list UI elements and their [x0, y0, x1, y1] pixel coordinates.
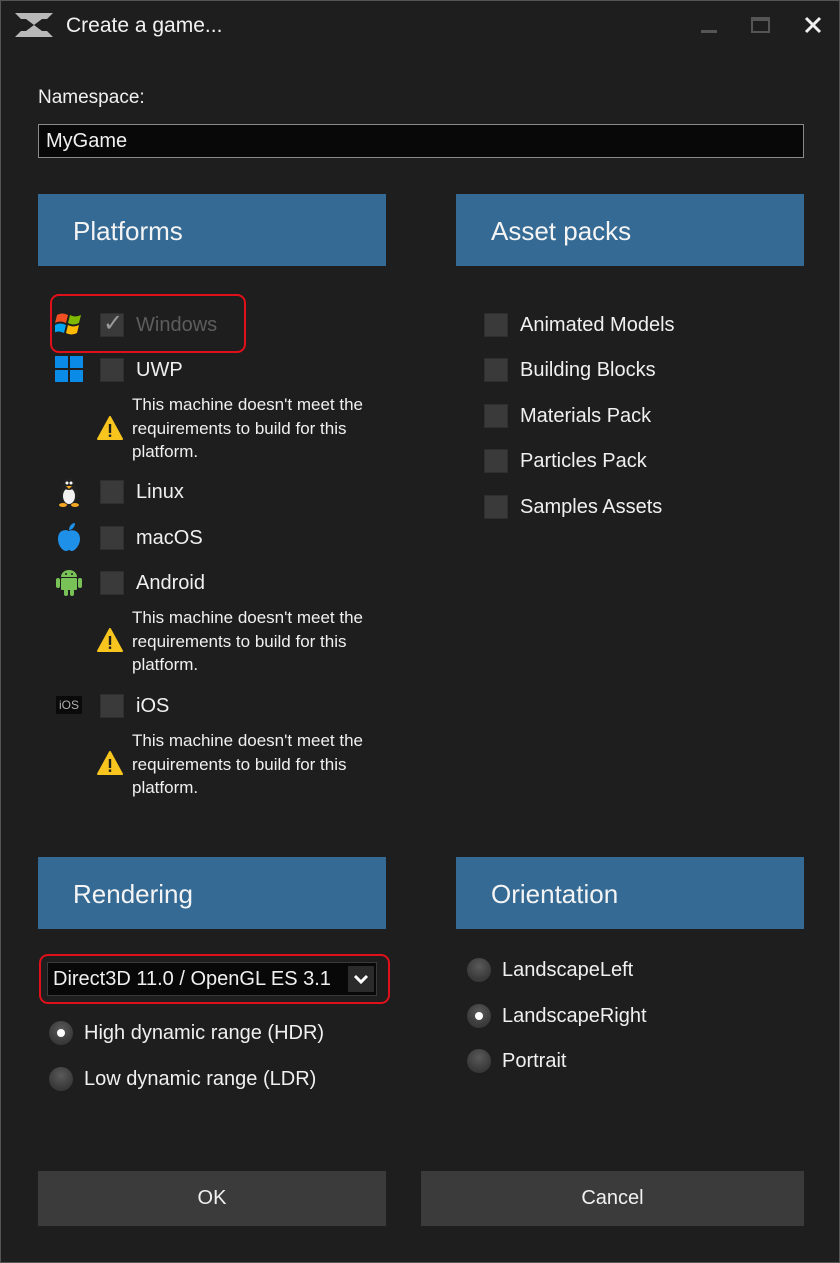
platform-windows-option[interactable]: Windows — [100, 308, 217, 342]
platform-linux-checkbox[interactable] — [100, 480, 124, 504]
ok-button[interactable]: OK — [38, 1171, 386, 1226]
hdr-label: High dynamic range (HDR) — [84, 1021, 325, 1044]
namespace-input[interactable] — [38, 124, 804, 158]
platform-android-checkbox[interactable] — [100, 571, 124, 595]
platform-windows-checkbox[interactable] — [100, 309, 124, 338]
landscape-right-option[interactable]: LandscapeRight — [467, 999, 647, 1033]
platform-ios-label: iOS — [136, 694, 170, 717]
platform-macos-option[interactable]: macOS — [100, 521, 203, 555]
graphics-api-value: Direct3D 11.0 / OpenGL ES 3.1 — [53, 968, 331, 990]
warning-icon — [97, 751, 123, 775]
asset-pack-label: Materials Pack — [520, 404, 652, 427]
platform-macos-label: macOS — [136, 526, 203, 549]
android-warning-text: This machine doesn't meet the requiremen… — [132, 608, 363, 674]
platform-ios-checkbox[interactable] — [100, 694, 124, 718]
hdr-radio[interactable] — [49, 1021, 73, 1045]
ios-icon: iOS — [54, 690, 84, 720]
app-logo-icon — [15, 13, 53, 37]
platform-android-label: Android — [136, 571, 205, 594]
ldr-label: Low dynamic range (LDR) — [84, 1067, 317, 1090]
minimize-icon — [701, 30, 717, 33]
window-title: Create a game... — [66, 14, 223, 37]
platform-linux-option[interactable]: Linux — [100, 475, 184, 509]
platform-uwp-label: UWP — [136, 358, 183, 381]
platform-uwp-checkbox[interactable] — [100, 358, 124, 382]
asset-pack-checkbox[interactable] — [484, 313, 508, 337]
windows-xp-icon — [54, 309, 84, 339]
portrait-radio[interactable] — [467, 1049, 491, 1073]
ios-icon-text: iOS — [55, 696, 82, 714]
landscape-right-radio[interactable] — [467, 1004, 491, 1028]
create-game-dialog: Create a game... Namespace: Platforms Wi… — [0, 0, 840, 1263]
dropdown-arrow[interactable] — [348, 966, 374, 992]
warning-icon — [97, 416, 123, 440]
windows-icon — [54, 354, 84, 384]
android-icon — [54, 567, 84, 597]
uwp-warning-text: This machine doesn't meet the requiremen… — [132, 395, 363, 461]
platform-android-option[interactable]: Android — [100, 566, 205, 600]
asset-pack-materials-pack-option[interactable]: Materials Pack — [484, 399, 651, 433]
landscape-right-label: LandscapeRight — [502, 1004, 647, 1027]
asset-pack-checkbox[interactable] — [484, 495, 508, 519]
linux-tux-icon — [54, 477, 84, 507]
warning-icon — [97, 628, 123, 652]
orientation-header: Orientation — [456, 857, 804, 929]
cancel-button[interactable]: Cancel — [421, 1171, 804, 1226]
platform-macos-checkbox[interactable] — [100, 526, 124, 550]
platform-windows-label: Windows — [136, 313, 218, 336]
landscape-left-option[interactable]: LandscapeLeft — [467, 953, 633, 987]
asset-pack-checkbox[interactable] — [484, 358, 508, 382]
namespace-label: Namespace: — [38, 87, 145, 108]
asset-packs-header: Asset packs — [456, 194, 804, 266]
asset-pack-label: Building Blocks — [520, 358, 656, 381]
maximize-icon — [751, 17, 770, 33]
hdr-option[interactable]: High dynamic range (HDR) — [49, 1016, 324, 1050]
chevron-down-icon — [353, 974, 369, 985]
close-button[interactable] — [793, 9, 833, 43]
asset-pack-checkbox[interactable] — [484, 404, 508, 428]
platform-uwp-option[interactable]: UWP — [100, 353, 183, 387]
minimize-button[interactable] — [689, 9, 729, 43]
platforms-header: Platforms — [38, 194, 386, 266]
title-bar[interactable]: Create a game... — [1, 1, 839, 51]
ldr-radio[interactable] — [49, 1067, 73, 1091]
landscape-left-label: LandscapeLeft — [502, 958, 634, 981]
asset-pack-particles-pack-option[interactable]: Particles Pack — [484, 444, 647, 478]
close-icon — [804, 16, 822, 34]
platform-linux-label: Linux — [136, 480, 184, 503]
asset-pack-checkbox[interactable] — [484, 449, 508, 473]
landscape-left-radio[interactable] — [467, 958, 491, 982]
ios-warning-text: This machine doesn't meet the requiremen… — [132, 731, 363, 797]
portrait-option[interactable]: Portrait — [467, 1044, 566, 1078]
asset-pack-label: Samples Assets — [520, 495, 663, 518]
portrait-label: Portrait — [502, 1049, 567, 1072]
platform-ios-option[interactable]: iOS — [100, 689, 169, 723]
maximize-button[interactable] — [741, 9, 781, 43]
apple-icon — [54, 522, 84, 552]
asset-pack-label: Particles Pack — [520, 449, 647, 472]
asset-pack-building-blocks-option[interactable]: Building Blocks — [484, 353, 656, 387]
asset-pack-label: Animated Models — [520, 313, 675, 336]
graphics-api-select[interactable]: Direct3D 11.0 / OpenGL ES 3.1 — [47, 962, 377, 996]
ldr-option[interactable]: Low dynamic range (LDR) — [49, 1062, 316, 1096]
rendering-header: Rendering — [38, 857, 386, 929]
asset-pack-samples-assets-option[interactable]: Samples Assets — [484, 490, 662, 524]
asset-pack-animated-models-option[interactable]: Animated Models — [484, 308, 675, 342]
